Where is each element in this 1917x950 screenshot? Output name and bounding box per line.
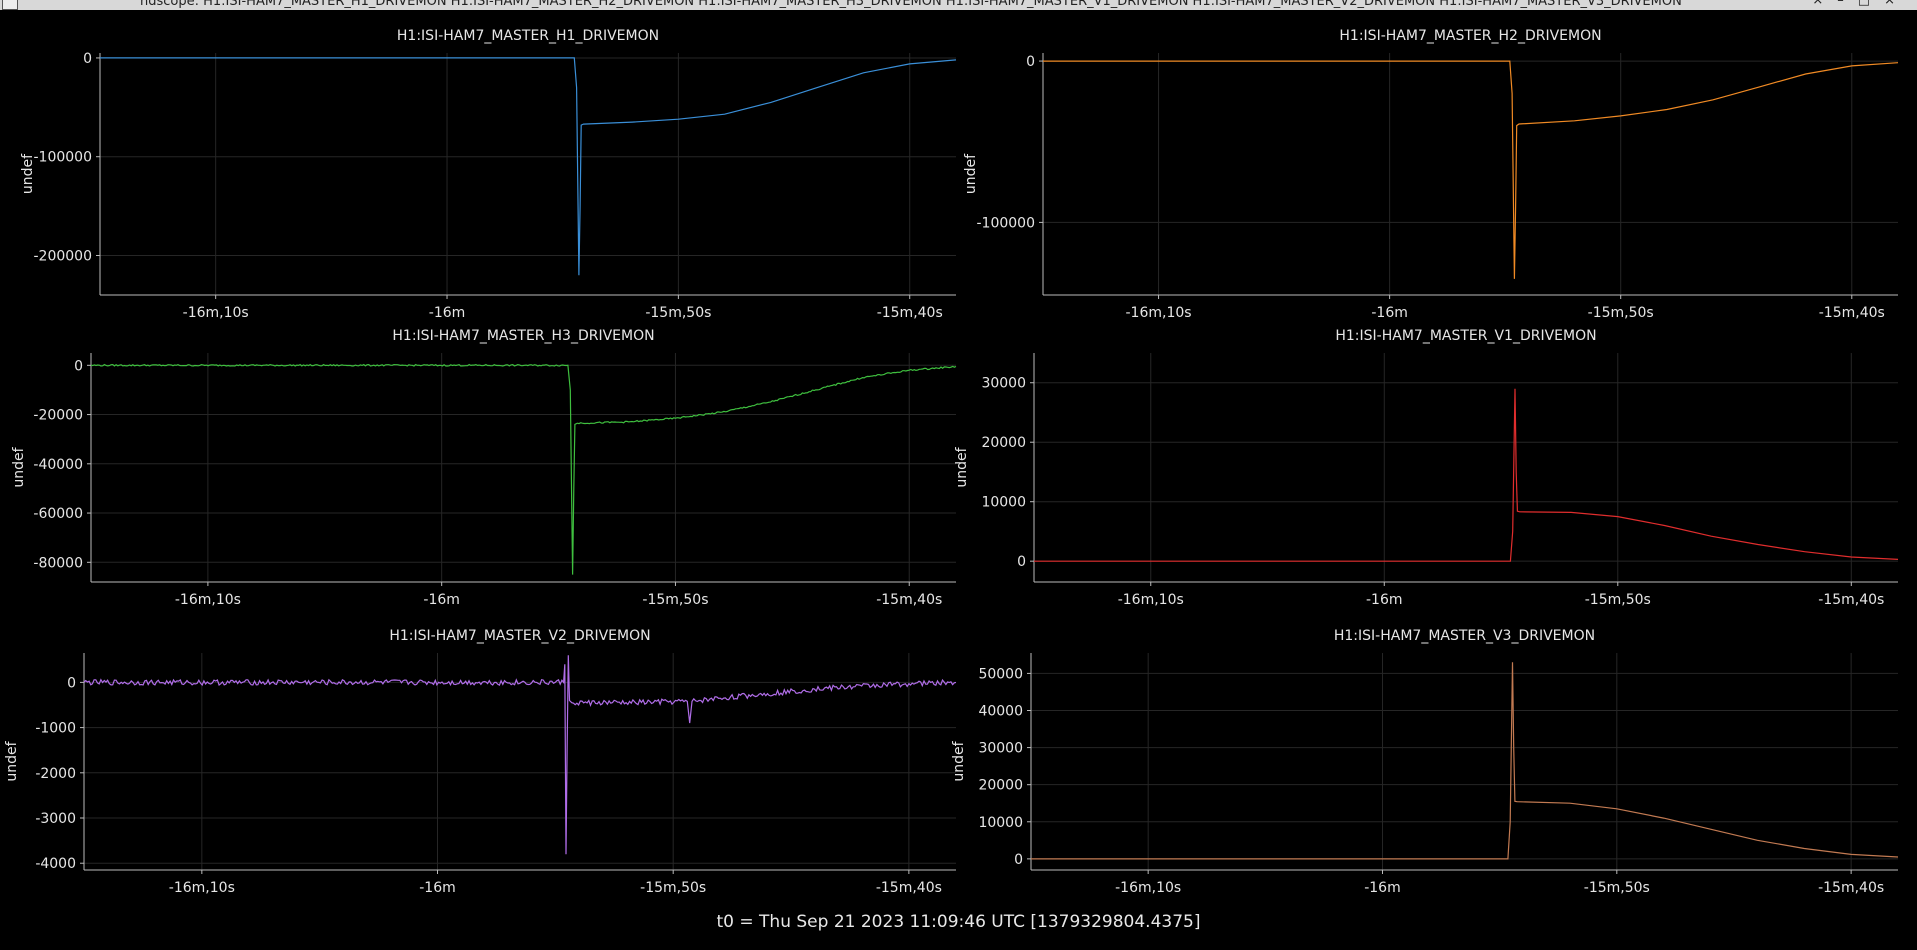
plot-panel-4[interactable]: H1:ISI-HAM7_MASTER_V1_DRIVEMON -16m,10s -1… — [954, 328, 1899, 608]
y-tick-label: 10000 — [981, 495, 1026, 511]
x-tick-label: -16m,10s — [1118, 592, 1184, 608]
plot-title: H1:ISI-HAM7_MASTER_V2_DRIVEMON — [389, 628, 650, 644]
x-tick-label: -15m,50s — [645, 305, 711, 321]
plot-area[interactable]: H1:ISI-HAM7_MASTER_H1_DRIVEMON -16m,10s -1… — [0, 10, 1917, 950]
x-tick-label: -16m — [1371, 305, 1408, 321]
x-tick-label: -15m,40s — [877, 305, 943, 321]
y-tick-label: 0 — [74, 358, 83, 374]
y-tick-label: 0 — [1014, 852, 1023, 868]
y-tick-label: -60000 — [33, 506, 83, 522]
y-tick-label: -100000 — [34, 150, 93, 166]
plot-title: H1:ISI-HAM7_MASTER_H1_DRIVEMON — [397, 28, 659, 44]
x-tick-label: -16m,10s — [183, 305, 249, 321]
minimize-icon[interactable]: – — [1837, 0, 1858, 8]
x-tick-label: -15m,40s — [1818, 880, 1884, 896]
x-tick-label: -16m — [1366, 592, 1403, 608]
y-tick-label: -20000 — [33, 408, 83, 424]
plots-canvas[interactable]: H1:ISI-HAM7_MASTER_H1_DRIVEMON -16m,10s -1… — [0, 10, 1917, 910]
plot-panel-1[interactable]: H1:ISI-HAM7_MASTER_H1_DRIVEMON -16m,10s -1… — [20, 28, 957, 321]
plot-panel-2[interactable]: H1:ISI-HAM7_MASTER_H2_DRIVEMON -16m,10s -1… — [963, 28, 1899, 321]
y-tick-label: -2000 — [35, 766, 76, 782]
window-titlebar: ndscope: H1:ISI-HAM7_MASTER_H1_DRIVEMON … — [0, 0, 1917, 10]
plot-panel-5[interactable]: H1:ISI-HAM7_MASTER_V2_DRIVEMON -16m,10s -1… — [4, 628, 957, 896]
t0-label: t0 = Thu Sep 21 2023 11:09:46 UTC [13793… — [716, 912, 1201, 932]
close-icon[interactable]: × — [1812, 0, 1837, 8]
x-tick-label: -15m,50s — [640, 880, 706, 896]
y-tick-label: -200000 — [34, 248, 93, 264]
x-tick-label: -15m,40s — [876, 592, 942, 608]
y-tick-label: 50000 — [978, 666, 1023, 682]
y-axis-label: undef — [11, 446, 27, 487]
y-tick-label: 10000 — [978, 815, 1023, 831]
window-title: ndscope: H1:ISI-HAM7_MASTER_H1_DRIVEMON … — [140, 0, 1682, 9]
plot-panel-6[interactable]: H1:ISI-HAM7_MASTER_V3_DRIVEMON -16m,10s -1… — [951, 628, 1899, 896]
y-tick-label: 40000 — [978, 703, 1023, 719]
close-window-icon[interactable]: × — [1884, 0, 1909, 8]
x-tick-label: -16m,10s — [1126, 305, 1192, 321]
y-tick-label: -3000 — [35, 811, 76, 827]
series-line — [83, 655, 957, 855]
y-axis-label: undef — [20, 153, 36, 194]
x-tick-label: -15m,50s — [1585, 592, 1651, 608]
series-line — [1043, 60, 1899, 279]
x-tick-label: -15m,40s — [1818, 592, 1884, 608]
y-tick-label: -4000 — [35, 856, 76, 872]
x-tick-label: -16m,10s — [169, 880, 235, 896]
y-axis-label: undef — [963, 153, 979, 194]
series-line — [90, 363, 957, 575]
y-tick-label: -100000 — [977, 215, 1036, 231]
plot-title: H1:ISI-HAM7_MASTER_H2_DRIVEMON — [1339, 28, 1601, 44]
x-tick-label: -16m,10s — [1115, 880, 1181, 896]
x-tick-label: -16m — [423, 592, 460, 608]
x-tick-label: -16m — [419, 880, 456, 896]
y-tick-label: -80000 — [33, 555, 83, 571]
x-tick-label: -16m — [1364, 880, 1401, 896]
y-axis-label: undef — [954, 446, 970, 487]
plot-panel-3[interactable]: H1:ISI-HAM7_MASTER_H3_DRIVEMON -16m,10s -1… — [11, 328, 957, 608]
plot-title: H1:ISI-HAM7_MASTER_V3_DRIVEMON — [1334, 628, 1595, 644]
y-axis-label: undef — [951, 740, 967, 781]
x-tick-label: -15m,50s — [1588, 305, 1654, 321]
x-tick-label: -15m,50s — [642, 592, 708, 608]
x-tick-label: -15m,40s — [876, 880, 942, 896]
y-tick-label: 20000 — [981, 435, 1026, 451]
x-tick-label: -16m,10s — [175, 592, 241, 608]
app-icon — [2, 0, 18, 10]
y-tick-label: 0 — [83, 51, 92, 67]
y-tick-label: -1000 — [35, 721, 76, 737]
maximize-icon[interactable]: □ — [1858, 0, 1884, 8]
y-tick-label: 30000 — [981, 376, 1026, 392]
x-tick-label: -15m,50s — [1584, 880, 1650, 896]
x-tick-label: -15m,40s — [1819, 305, 1885, 321]
y-tick-label: 20000 — [978, 778, 1023, 794]
series-line — [1031, 662, 1899, 860]
plot-title: H1:ISI-HAM7_MASTER_H3_DRIVEMON — [392, 328, 654, 344]
series-line — [100, 57, 957, 276]
y-tick-label: 0 — [1017, 554, 1026, 570]
y-tick-label: 30000 — [978, 741, 1023, 757]
y-tick-label: -40000 — [33, 457, 83, 473]
y-axis-label: undef — [4, 740, 20, 781]
y-tick-label: 0 — [67, 675, 76, 691]
window-controls[interactable]: ×–□× — [1812, 0, 1909, 8]
series-line — [1034, 388, 1899, 562]
x-tick-label: -16m — [429, 305, 466, 321]
y-tick-label: 0 — [1026, 54, 1035, 70]
plot-title: H1:ISI-HAM7_MASTER_V1_DRIVEMON — [1335, 328, 1596, 344]
